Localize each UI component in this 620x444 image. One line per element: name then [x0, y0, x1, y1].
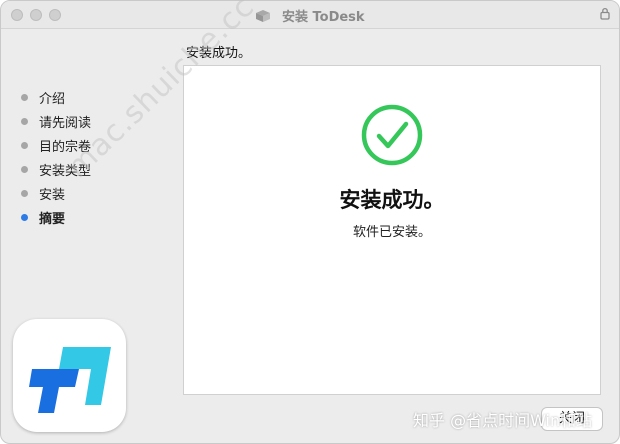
step-item-readme: 请先阅读	[21, 109, 91, 133]
step-label: 摘要	[39, 211, 66, 227]
step-item-intro: 介绍	[21, 85, 91, 109]
todesk-logo	[29, 347, 111, 413]
step-label: 介绍	[39, 91, 66, 107]
step-item-summary: 摘要	[21, 205, 91, 229]
step-label: 安装	[39, 187, 66, 203]
step-dot	[21, 189, 28, 197]
installer-window: 安装 ToDesk 安装成功。 介绍 请先阅读 目的宗卷 安装类型 安装 摘要 …	[0, 0, 620, 444]
success-headline: 安装成功。	[339, 188, 445, 212]
success-message: 软件已安装。	[352, 225, 431, 240]
step-dot	[21, 93, 28, 101]
window-title: 安装 ToDesk	[281, 10, 365, 25]
step-dot	[21, 165, 28, 173]
step-label: 请先阅读	[39, 115, 92, 131]
step-dot	[21, 141, 28, 149]
success-check-icon	[361, 104, 423, 166]
step-item-install: 安装	[21, 181, 91, 205]
source-credit: 知乎 @省点时间Win和站	[413, 411, 593, 430]
window-title-group: 安装 ToDesk	[1, 6, 619, 25]
content-panel: 安装成功。 软件已安装。	[183, 65, 601, 395]
step-dot-active	[21, 213, 28, 221]
lock-icon	[600, 7, 610, 20]
todesk-app-icon	[13, 319, 126, 432]
title-bar: 安装 ToDesk	[1, 1, 619, 29]
step-dot	[21, 117, 28, 125]
